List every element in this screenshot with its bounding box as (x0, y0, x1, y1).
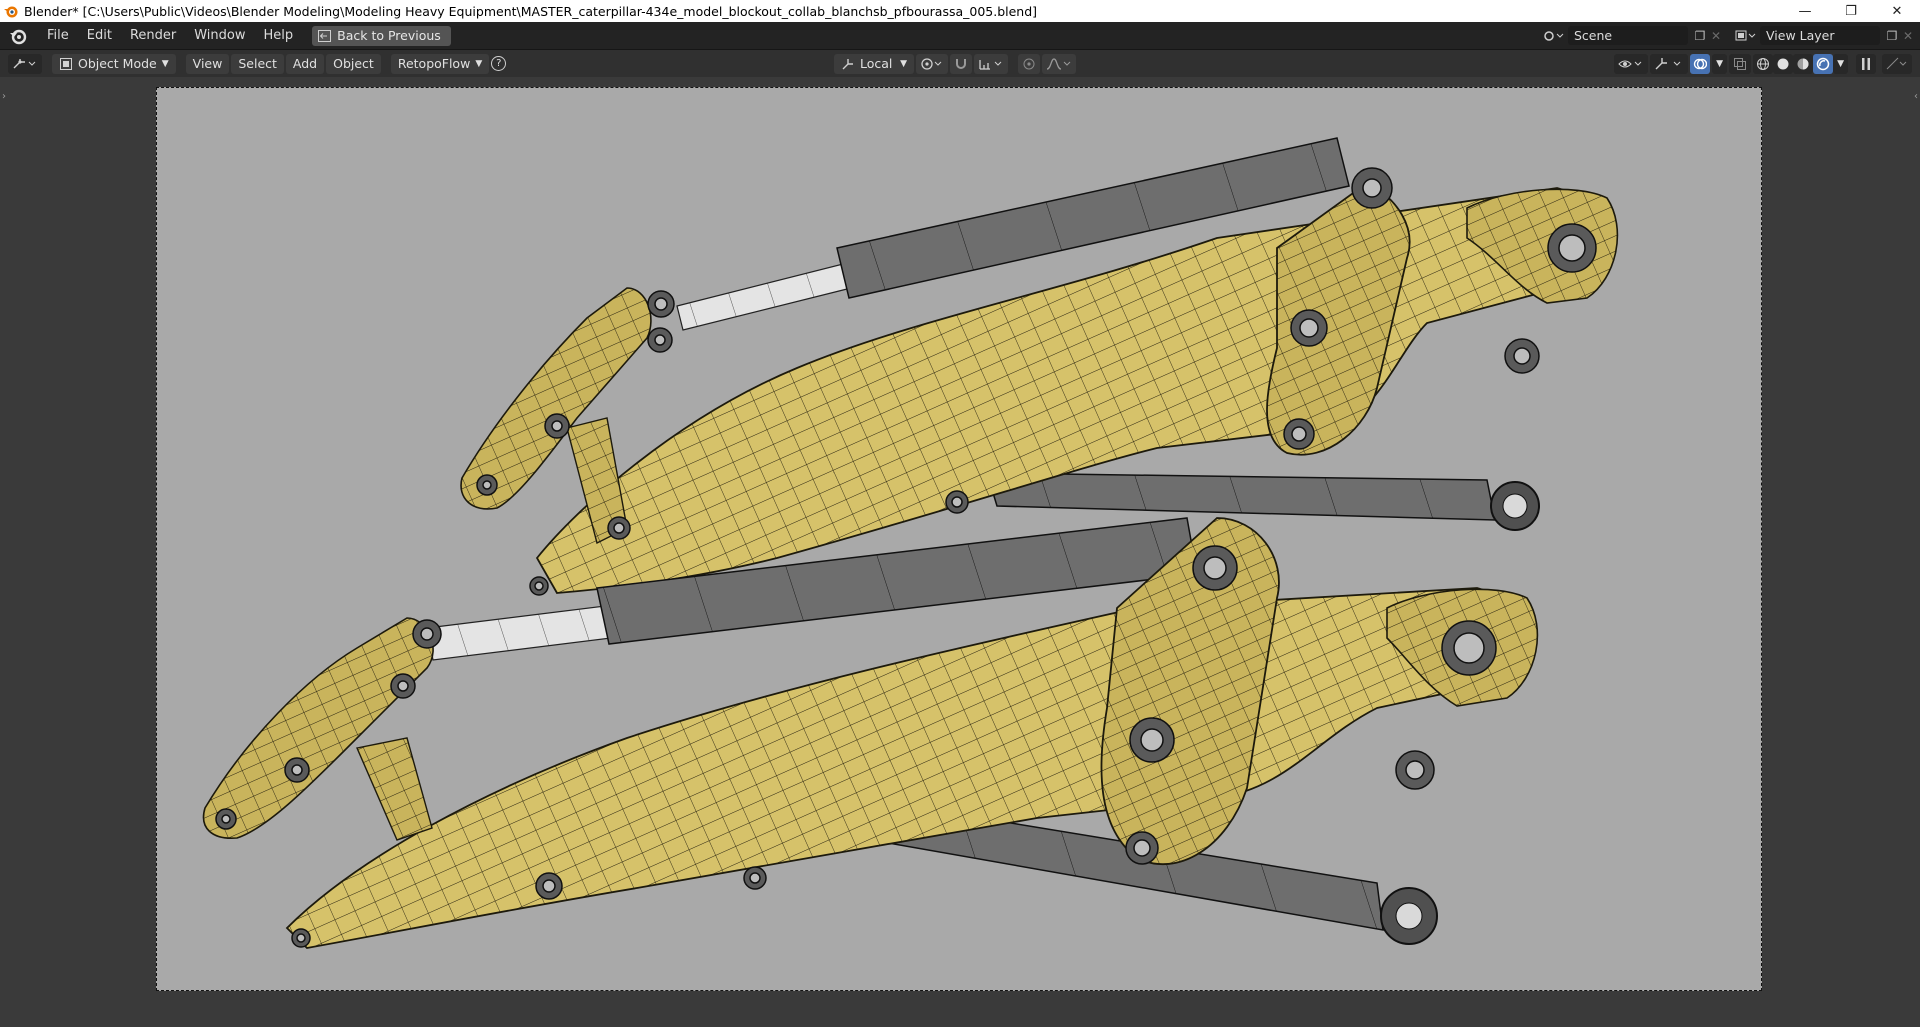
snap-target-selector[interactable] (974, 53, 1008, 74)
upper-cylinder-rod (676, 262, 852, 331)
view-layer-field[interactable]: View Layer (1760, 26, 1880, 45)
falloff-curve-icon (1046, 57, 1071, 70)
scene-selector-icon[interactable] (1540, 28, 1568, 44)
gizmo-toggle[interactable] (1650, 53, 1689, 74)
mode-selector[interactable]: Object Mode ▼ (52, 53, 176, 74)
proportional-editing-toggle[interactable] (1018, 53, 1040, 74)
retopoflow-menu[interactable]: RetopoFlow ▼ (390, 53, 490, 74)
proportional-icon (1023, 58, 1035, 69)
object-visibility-selector[interactable] (1614, 53, 1649, 74)
material-shading-icon (1797, 58, 1809, 69)
lower-link-post (356, 737, 433, 841)
chevron-down-icon: ▼ (900, 58, 907, 69)
3d-viewport-icon (13, 58, 36, 68)
sidebar-icon (1886, 57, 1907, 69)
chevron-down-icon: ▼ (1837, 58, 1844, 69)
new-scene-icon[interactable]: ❐ (1692, 28, 1708, 44)
view-layer-name: View Layer (1766, 28, 1835, 43)
gizmo-icon (1655, 57, 1681, 69)
menu-help[interactable]: Help (255, 25, 303, 47)
window-title-bar: Blender* [C:\Users\Public\Videos\Blender… (0, 0, 1920, 23)
pause-render-button[interactable] (1856, 53, 1876, 74)
proportional-falloff-selector[interactable] (1042, 53, 1076, 74)
blender-app-icon (4, 6, 18, 18)
help-label: ? (496, 58, 502, 69)
view-layer-selector-icon[interactable] (1732, 28, 1760, 44)
excavator-model-render (202, 137, 1619, 949)
shading-solid[interactable] (1773, 53, 1794, 74)
menu-select[interactable]: Select (231, 53, 284, 74)
back-to-previous-label: Back to Previous (337, 28, 441, 43)
mode-label: Object Mode (78, 56, 157, 71)
snap-toggle[interactable] (950, 53, 972, 74)
orientation-icon (842, 58, 853, 69)
back-to-previous-button[interactable]: Back to Previous (312, 25, 451, 46)
shading-dropdown[interactable]: ▼ (1833, 53, 1848, 74)
magnet-icon (956, 58, 966, 69)
back-icon (318, 29, 332, 42)
help-icon[interactable]: ? (491, 56, 507, 71)
lower-arm-assembly (202, 517, 1539, 949)
eye-icon (1618, 60, 1642, 67)
chevron-down-icon: ▼ (1716, 58, 1724, 69)
menu-object[interactable]: Object (326, 53, 381, 74)
chevron-down-icon: ▼ (161, 58, 169, 69)
scene-name: Scene (1574, 28, 1613, 43)
restore-button[interactable]: ❐ (1828, 0, 1874, 22)
sidebar-toggle[interactable] (1882, 53, 1912, 74)
minimize-button[interactable]: — (1782, 0, 1828, 22)
sidebar-expand-arrow-icon[interactable]: ‹ (1914, 91, 1918, 102)
snap-increment-icon (979, 59, 1002, 70)
delete-scene-icon[interactable]: ✕ (1708, 28, 1724, 44)
xray-toggle[interactable] (1729, 53, 1752, 74)
delete-view-layer-icon[interactable]: ✕ (1900, 28, 1916, 44)
shading-material[interactable] (1793, 53, 1814, 74)
menu-view[interactable]: View (185, 53, 230, 74)
3d-viewport[interactable]: › ‹ (0, 77, 1920, 1027)
upper-lower-cylinder (985, 472, 1496, 521)
shading-wireframe[interactable] (1753, 53, 1774, 74)
menu-add[interactable]: Add (285, 53, 325, 74)
pivot-point-selector[interactable] (916, 53, 948, 74)
viewport-header: Object Mode ▼ View Select Add Object Ret… (0, 50, 1920, 77)
toolbar-expand-arrow-icon[interactable]: › (2, 91, 6, 102)
menu-render[interactable]: Render (121, 25, 185, 47)
orientation-label: Local (860, 56, 893, 71)
object-mode-icon (60, 57, 72, 70)
camera-view-frame (156, 87, 1762, 991)
rendered-shading-icon (1816, 57, 1830, 70)
window-title: Blender* [C:\Users\Public\Videos\Blender… (24, 3, 1038, 19)
blender-logo-icon[interactable] (8, 26, 28, 46)
upper-arm-assembly (460, 137, 1619, 596)
retopoflow-label: RetopoFlow (397, 56, 471, 71)
overlays-dropdown[interactable]: ▼ (1712, 53, 1728, 74)
transform-orientation-selector[interactable]: Local ▼ (834, 53, 914, 74)
upper-link-bracket (1266, 181, 1411, 456)
xray-icon (1734, 57, 1747, 70)
menu-file[interactable]: File (38, 25, 78, 47)
close-button[interactable]: ✕ (1874, 0, 1920, 22)
menu-edit[interactable]: Edit (78, 25, 121, 47)
top-menu-bar: File Edit Render Window Help Back to Pre… (0, 22, 1920, 50)
scene-name-field[interactable]: Scene (1568, 26, 1688, 45)
overlays-icon (1693, 58, 1708, 69)
menu-window[interactable]: Window (185, 25, 254, 47)
overlays-toggle[interactable] (1690, 53, 1711, 74)
shading-rendered[interactable] (1813, 53, 1834, 74)
pause-icon (1862, 57, 1870, 70)
lower-cylinder-rod (426, 605, 612, 661)
solid-shading-icon (1777, 58, 1789, 69)
editor-type-button[interactable] (8, 53, 42, 74)
wireframe-shading-icon (1757, 57, 1770, 70)
pivot-icon (921, 57, 942, 70)
new-view-layer-icon[interactable]: ❐ (1884, 28, 1900, 44)
chevron-down-icon: ▼ (475, 58, 483, 69)
